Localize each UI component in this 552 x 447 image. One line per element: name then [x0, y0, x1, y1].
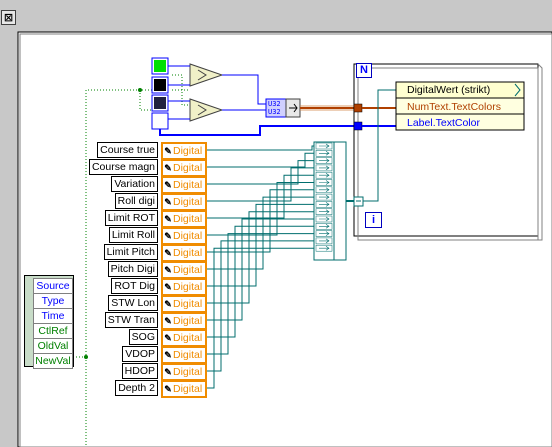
control-label-4[interactable]: Limit ROT [104, 210, 158, 226]
control-label-12[interactable]: VDOP [122, 346, 158, 362]
control-reference-11[interactable]: ✎Digital [161, 329, 207, 347]
event-item-oldval[interactable]: OldVal [33, 338, 73, 354]
control-reference-text: Digital [173, 145, 203, 157]
control-label-13[interactable]: HDOP [121, 363, 158, 379]
control-label-3[interactable]: Roll digi [114, 193, 158, 209]
control-reference-text: Digital [173, 213, 203, 225]
control-reference-text: Digital [173, 162, 203, 174]
color-tunnel[interactable] [353, 121, 363, 131]
color-constant-green[interactable] [151, 57, 169, 75]
control-label-8[interactable]: ROT Dig [111, 278, 158, 294]
control-label-9[interactable]: STW Lon [108, 295, 158, 311]
control-label-1[interactable]: Course magn [88, 159, 158, 175]
event-item-type[interactable]: Type [33, 293, 73, 309]
control-reference-4[interactable]: ✎Digital [161, 210, 207, 228]
control-label-5[interactable]: Limit Roll [108, 227, 158, 243]
control-reference-text: Digital [173, 366, 203, 378]
control-reference-5[interactable]: ✎Digital [161, 227, 207, 245]
control-label-7[interactable]: Pitch Digi [107, 261, 158, 277]
reference-pin-icon: ✎ [164, 282, 172, 292]
control-reference-text: Digital [173, 315, 203, 327]
control-reference-text: Digital [173, 179, 203, 191]
control-label-6[interactable]: Limit Pitch [103, 244, 158, 260]
reference-pin-icon: ✎ [164, 333, 172, 343]
control-label-10[interactable]: STW Tran [104, 312, 158, 328]
control-reference-1[interactable]: ✎Digital [161, 159, 207, 177]
reference-pin-icon: ✎ [164, 350, 172, 360]
control-reference-text: Digital [173, 281, 203, 293]
reference-pin-icon: ✎ [164, 197, 172, 207]
event-item-ctlref[interactable]: CtlRef [33, 323, 73, 339]
control-reference-text: Digital [173, 247, 203, 259]
control-reference-text: Digital [173, 349, 203, 361]
control-reference-text: Digital [173, 264, 203, 276]
color-constant-black[interactable] [151, 76, 169, 94]
control-reference-2[interactable]: ✎Digital [161, 176, 207, 194]
wiring-canvas [17, 31, 552, 447]
loop-count-terminal[interactable]: N [356, 63, 372, 78]
reference-pin-icon: ✎ [164, 231, 172, 241]
control-reference-13[interactable]: ✎Digital [161, 363, 207, 381]
build-array-node[interactable] [285, 98, 301, 118]
control-reference-text: Digital [173, 332, 203, 344]
control-reference-14[interactable]: ✎Digital [161, 380, 207, 398]
control-reference-12[interactable]: ✎Digital [161, 346, 207, 364]
control-reference-0[interactable]: ✎Digital [161, 142, 207, 160]
property-label-textcolor[interactable]: Label.TextColor [393, 116, 537, 130]
event-item-source[interactable]: Source [33, 278, 73, 294]
control-reference-text: Digital [173, 298, 203, 310]
array-tunnel[interactable] [353, 103, 363, 113]
control-label-2[interactable]: Variation [111, 176, 158, 192]
reference-pin-icon: ✎ [164, 265, 172, 275]
control-reference-9[interactable]: ✎Digital [161, 295, 207, 313]
reference-pin-icon: ✎ [164, 384, 172, 394]
event-data-node[interactable]: Source Type Time CtlRef OldVal NewVal [24, 275, 74, 369]
color-constant-white[interactable] [151, 112, 169, 130]
control-reference-6[interactable]: ✎Digital [161, 244, 207, 262]
control-label-11[interactable]: SOG [128, 329, 158, 345]
event-item-newval[interactable]: NewVal [33, 353, 73, 369]
reference-pin-icon: ✎ [164, 163, 172, 173]
reference-pin-icon: ✎ [164, 214, 172, 224]
bundle-label-bottom: U32 [268, 108, 281, 116]
event-item-time[interactable]: Time [33, 308, 73, 324]
property-node-class: DigitalWert (strikt) [407, 84, 491, 96]
control-reference-7[interactable]: ✎Digital [161, 261, 207, 279]
loop-iteration-terminal[interactable]: i [365, 212, 382, 228]
bundle-label-top: U32 [268, 100, 281, 108]
control-reference-text: Digital [173, 196, 203, 208]
color-constant-dark[interactable] [151, 94, 169, 112]
reference-pin-icon: ✎ [164, 180, 172, 190]
reference-pin-icon: ✎ [164, 367, 172, 377]
reference-pin-icon: ✎ [164, 299, 172, 309]
control-label-0[interactable]: Course true [97, 142, 158, 158]
control-reference-3[interactable]: ✎Digital [161, 193, 207, 211]
control-label-14[interactable]: Depth 2 [115, 380, 158, 396]
control-reference-10[interactable]: ✎Digital [161, 312, 207, 330]
reference-pin-icon: ✎ [164, 316, 172, 326]
property-numtext-textcolors[interactable]: NumText.TextColors [393, 100, 537, 114]
control-reference-8[interactable]: ✎Digital [161, 278, 207, 296]
control-reference-text: Digital [173, 383, 203, 395]
reference-pin-icon: ✎ [164, 248, 172, 258]
reference-pin-icon: ✎ [164, 146, 172, 156]
control-reference-text: Digital [173, 230, 203, 242]
